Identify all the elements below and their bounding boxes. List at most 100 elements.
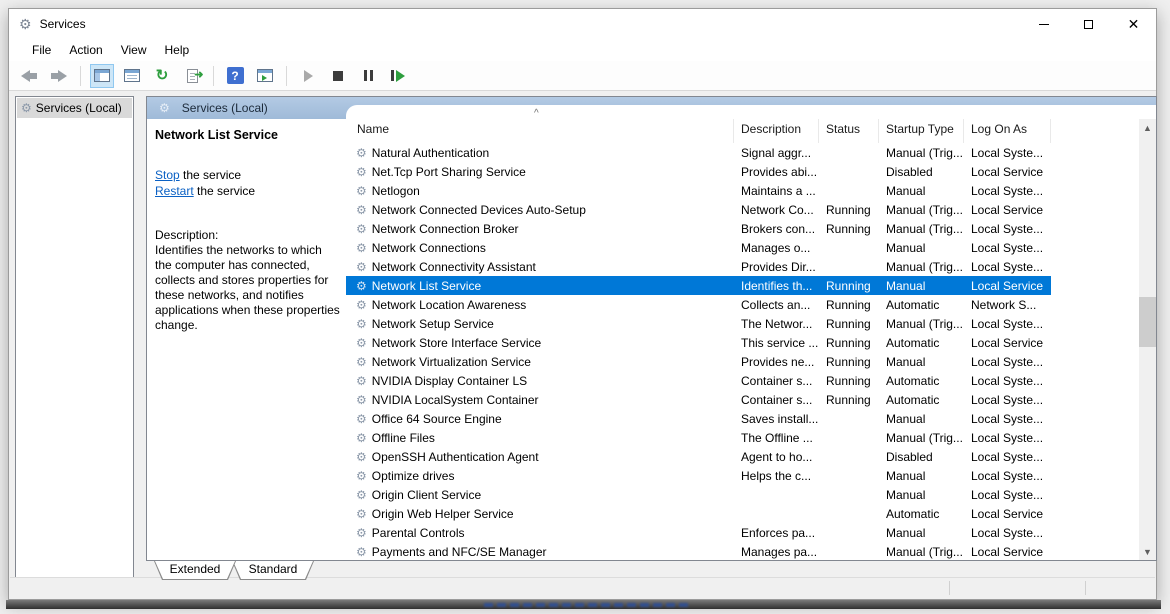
- background-page-edge: [6, 600, 1161, 609]
- service-gear-icon: ⚙: [356, 280, 367, 292]
- table-row[interactable]: ⚙ Offline Files The Offline ... Manual (…: [346, 428, 1156, 447]
- status-bar-divider: [1085, 581, 1086, 595]
- service-gear-icon: ⚙: [356, 147, 367, 159]
- service-name: Network Connections: [372, 241, 486, 255]
- tab-extended[interactable]: Extended: [154, 561, 236, 580]
- table-row[interactable]: ⚙ NVIDIA Display Container LS Container …: [346, 371, 1156, 390]
- service-description-cell: Identifies th...: [734, 279, 819, 293]
- vertical-scrollbar[interactable]: ▲ ▼: [1139, 119, 1156, 560]
- minimize-button[interactable]: [1021, 9, 1066, 39]
- table-row[interactable]: ⚙ OpenSSH Authentication Agent Agent to …: [346, 447, 1156, 466]
- services-gear-icon: ⚙: [19, 17, 32, 31]
- restart-service-icon[interactable]: [386, 64, 410, 88]
- back-icon[interactable]: [17, 64, 41, 88]
- column-header-status[interactable]: Status: [819, 119, 879, 143]
- window-title: Services: [40, 17, 86, 31]
- table-row[interactable]: ⚙ Parental Controls Enforces pa... Manua…: [346, 523, 1156, 542]
- pause-service-icon[interactable]: [356, 64, 380, 88]
- export-list-icon[interactable]: ➜: [180, 64, 204, 88]
- scrollbar-thumb[interactable]: [1139, 297, 1156, 347]
- service-status-cell: Running: [819, 222, 879, 236]
- table-row[interactable]: ⚙ Network Setup Service The Networ... Ru…: [346, 314, 1156, 333]
- tab-standard[interactable]: Standard: [232, 561, 314, 580]
- column-header-description[interactable]: Description: [734, 119, 819, 143]
- stop-link-suffix: the service: [180, 168, 241, 182]
- restart-service-link[interactable]: Restart: [155, 184, 194, 198]
- table-row[interactable]: ⚙ Network Connections Manages o... Manua…: [346, 238, 1156, 257]
- service-startup-type-cell: Manual: [879, 526, 964, 540]
- service-startup-type-cell: Manual (Trig...: [879, 545, 964, 559]
- service-startup-type-cell: Manual: [879, 184, 964, 198]
- menu-help[interactable]: Help: [156, 39, 199, 61]
- help-icon[interactable]: ?: [223, 64, 247, 88]
- table-row[interactable]: ⚙ Office 64 Source Engine Saves install.…: [346, 409, 1156, 428]
- table-row[interactable]: ⚙ Network List Service Identifies th... …: [346, 276, 1156, 295]
- service-name: OpenSSH Authentication Agent: [372, 450, 539, 464]
- scroll-down-icon[interactable]: ▼: [1139, 543, 1156, 560]
- service-startup-type-cell: Manual (Trig...: [879, 431, 964, 445]
- services-gear-icon: ⚙: [21, 102, 32, 114]
- close-button[interactable]: ✕: [1111, 9, 1156, 39]
- table-row[interactable]: ⚙ Optimize drives Helps the c... Manual …: [346, 466, 1156, 485]
- properties-icon[interactable]: [120, 64, 144, 88]
- service-description: Identifies the networks to which the com…: [155, 243, 341, 333]
- service-startup-type-cell: Automatic: [879, 336, 964, 350]
- table-row[interactable]: ⚙ Network Location Awareness Collects an…: [346, 295, 1156, 314]
- stop-service-link[interactable]: Stop: [155, 168, 180, 182]
- service-gear-icon: ⚙: [356, 527, 367, 539]
- table-row[interactable]: ⚙ Network Connectivity Assistant Provide…: [346, 257, 1156, 276]
- menu-file[interactable]: File: [23, 39, 60, 61]
- table-row[interactable]: ⚙ NVIDIA LocalSystem Container Container…: [346, 390, 1156, 409]
- refresh-icon[interactable]: ↻: [150, 64, 174, 88]
- column-header-log-on-as[interactable]: Log On As: [964, 119, 1051, 143]
- service-startup-type-cell: Manual: [879, 241, 964, 255]
- table-row[interactable]: ⚙ Natural Authentication Signal aggr... …: [346, 143, 1156, 162]
- column-header-startup-type[interactable]: Startup Type: [879, 119, 964, 143]
- maximize-button[interactable]: [1066, 9, 1111, 39]
- table-row[interactable]: ⚙ Network Store Interface Service This s…: [346, 333, 1156, 352]
- title-bar: ⚙ Services ✕: [9, 9, 1156, 39]
- forward-icon[interactable]: [47, 64, 71, 88]
- status-bar: [10, 577, 1155, 598]
- service-log-on-as-cell: Local Service: [964, 507, 1051, 521]
- service-log-on-as-cell: Local Service: [964, 203, 1051, 217]
- service-log-on-as-cell: Local Service: [964, 279, 1051, 293]
- show-hide-action-pane-icon[interactable]: [253, 64, 277, 88]
- service-gear-icon: ⚙: [356, 185, 367, 197]
- table-row[interactable]: ⚙ Network Virtualization Service Provide…: [346, 352, 1156, 371]
- show-hide-console-tree-icon[interactable]: [90, 64, 114, 88]
- menu-view[interactable]: View: [112, 39, 156, 61]
- service-gear-icon: ⚙: [356, 166, 367, 178]
- services-window: ⚙ Services ✕ File Action View Help ↻ ➜: [8, 8, 1157, 600]
- service-startup-type-cell: Disabled: [879, 165, 964, 179]
- column-header-name[interactable]: Name: [346, 119, 734, 143]
- service-startup-type-cell: Manual: [879, 355, 964, 369]
- start-service-icon[interactable]: [296, 64, 320, 88]
- service-gear-icon: ⚙: [356, 299, 367, 311]
- service-log-on-as-cell: Local Service: [964, 165, 1051, 179]
- service-startup-type-cell: Manual (Trig...: [879, 146, 964, 160]
- service-gear-icon: ⚙: [356, 337, 367, 349]
- service-log-on-as-cell: Local Syste...: [964, 241, 1051, 255]
- service-description-cell: Brokers con...: [734, 222, 819, 236]
- table-row[interactable]: ⚙ Netlogon Maintains a ... Manual Local …: [346, 181, 1156, 200]
- service-log-on-as-cell: Local Service: [964, 336, 1051, 350]
- table-row[interactable]: ⚙ Payments and NFC/SE Manager Manages pa…: [346, 542, 1156, 560]
- stop-service-icon[interactable]: [326, 64, 350, 88]
- service-name: Natural Authentication: [372, 146, 489, 160]
- table-row[interactable]: ⚙ Origin Client Service Manual Local Sys…: [346, 485, 1156, 504]
- table-row[interactable]: ⚙ Origin Web Helper Service Automatic Lo…: [346, 504, 1156, 523]
- table-row[interactable]: ⚙ Net.Tcp Port Sharing Service Provides …: [346, 162, 1156, 181]
- tree-item-services-local[interactable]: ⚙ Services (Local): [17, 98, 132, 118]
- scroll-up-icon[interactable]: ▲: [1139, 119, 1156, 136]
- service-log-on-as-cell: Local Syste...: [964, 222, 1051, 236]
- menu-action[interactable]: Action: [60, 39, 111, 61]
- table-row[interactable]: ⚙ Network Connection Broker Brokers con.…: [346, 219, 1156, 238]
- service-name: Origin Web Helper Service: [372, 507, 514, 521]
- table-row[interactable]: ⚙ Network Connected Devices Auto-Setup N…: [346, 200, 1156, 219]
- service-status-cell: Running: [819, 393, 879, 407]
- service-gear-icon: ⚙: [356, 470, 367, 482]
- service-startup-type-cell: Automatic: [879, 507, 964, 521]
- service-log-on-as-cell: Local Syste...: [964, 412, 1051, 426]
- service-description-cell: Manages o...: [734, 241, 819, 255]
